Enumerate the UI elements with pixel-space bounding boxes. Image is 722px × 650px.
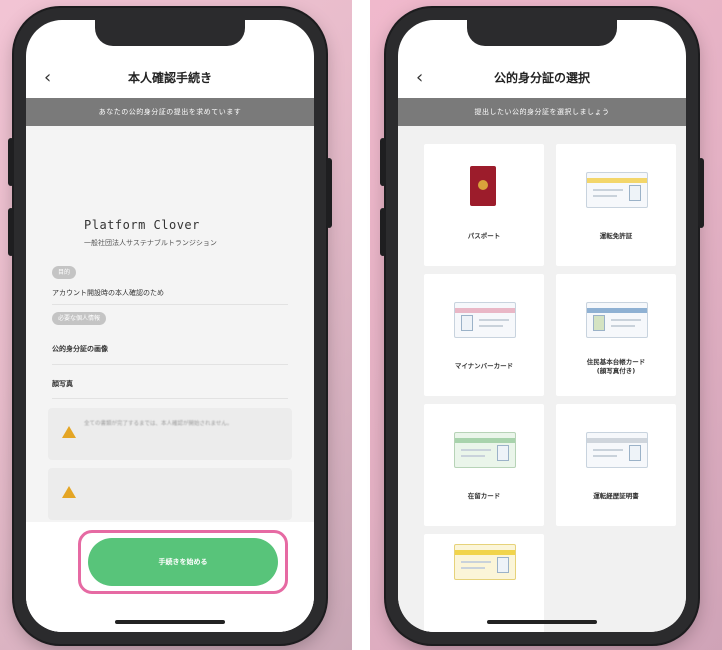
divider	[52, 304, 288, 305]
page-title: 公的身分証の選択	[493, 71, 590, 85]
phone-frame-right: ‹ 公的身分証の選択 提出したい公的身分証を選択しましょう パスポート 運転免許…	[380, 8, 704, 644]
warning-box	[48, 468, 292, 520]
document-card-driving-history[interactable]: 運転経歴証明書	[556, 404, 676, 526]
document-label: パスポート	[467, 232, 501, 240]
document-card-passport[interactable]: パスポート	[424, 144, 544, 266]
card-icon	[454, 544, 516, 580]
document-card-drivers-license[interactable]: 運転免許証	[556, 144, 676, 266]
notch	[95, 20, 245, 46]
required-item-id-image: 公的身分証の画像	[52, 345, 108, 353]
mynumber-card-icon	[454, 302, 516, 338]
document-label: 在留カード	[467, 492, 501, 500]
warning-box: 全ての書類が完了するまでは、本人確認が開始されません。	[48, 408, 292, 460]
home-indicator	[487, 620, 597, 624]
notch	[467, 20, 617, 46]
page-title: 本人確認手続き	[127, 71, 212, 85]
divider	[52, 364, 288, 365]
warning-text: 全ての書類が完了するまでは、本人確認が開始されません。	[84, 421, 233, 427]
phone-frame-left: ‹ 本人確認手続き あなたの公的身分証の提出を求めています Platform C…	[8, 8, 332, 644]
home-indicator	[115, 620, 225, 624]
back-button[interactable]: ‹	[44, 64, 51, 92]
license-icon	[586, 172, 648, 208]
cta-area: 手続きを始める	[26, 522, 314, 632]
start-procedure-button[interactable]: 手続きを始める	[88, 538, 278, 586]
document-card-other[interactable]	[424, 534, 544, 632]
document-card-resident-register[interactable]: 住民基本台帳カード (顔写真付き)	[556, 274, 676, 396]
nav-bar: ‹ 公的身分証の選択	[398, 64, 686, 92]
volume-button	[8, 208, 14, 256]
document-label: 住民基本台帳カード (顔写真付き)	[586, 358, 646, 375]
document-label: 運転経歴証明書	[593, 492, 639, 500]
document-card-mynumber[interactable]: マイナンバーカード	[424, 274, 544, 396]
phone-screen-right: ‹ 公的身分証の選択 提出したい公的身分証を選択しましょう パスポート 運転免許…	[398, 20, 686, 632]
warning-icon	[62, 426, 76, 438]
power-button	[698, 158, 704, 228]
driving-history-icon	[586, 432, 648, 468]
required-info-tag: 必要な個人情報	[52, 312, 107, 325]
warning-icon	[62, 486, 76, 498]
volume-button	[8, 138, 14, 186]
volume-button	[380, 138, 386, 186]
purpose-text: アカウント開設時の本人確認のため	[52, 289, 164, 297]
back-button[interactable]: ‹	[416, 64, 423, 92]
nav-bar: ‹ 本人確認手続き	[26, 64, 314, 92]
purpose-tag: 目的	[52, 266, 77, 279]
phone-screen-left: ‹ 本人確認手続き あなたの公的身分証の提出を求めています Platform C…	[26, 20, 314, 632]
document-label: 運転免許証	[599, 232, 633, 240]
power-button	[326, 158, 332, 228]
info-banner: あなたの公的身分証の提出を求めています	[26, 98, 314, 126]
organization-name: Platform Clover	[84, 218, 200, 232]
passport-icon	[470, 166, 496, 206]
resident-card-icon	[586, 302, 648, 338]
document-card-residence[interactable]: 在留カード	[424, 404, 544, 526]
document-label: マイナンバーカード	[454, 362, 514, 370]
divider	[52, 398, 288, 399]
info-banner: 提出したい公的身分証を選択しましょう	[398, 98, 686, 126]
required-item-face-photo: 顔写真	[52, 380, 73, 388]
organization-block: Platform Clover 一般社団法人サステナブルトランジション	[84, 218, 217, 248]
organization-subtitle: 一般社団法人サステナブルトランジション	[84, 239, 217, 247]
volume-button	[380, 208, 386, 256]
residence-card-icon	[454, 432, 516, 468]
